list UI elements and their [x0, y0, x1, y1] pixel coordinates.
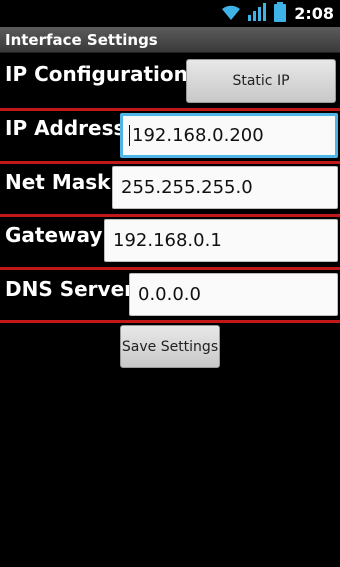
gateway-label: Gateway: [5, 223, 111, 247]
divider [0, 320, 340, 323]
ip-address-field[interactable]: 192.168.0.200 [120, 113, 338, 158]
battery-icon [274, 1, 287, 26]
divider [0, 214, 340, 217]
divider [0, 161, 340, 164]
status-icons: 2:08 [220, 1, 334, 26]
save-settings-button[interactable]: Save Settings [120, 325, 220, 368]
text-cursor [129, 125, 130, 146]
static-ip-button[interactable]: Static IP [186, 59, 336, 103]
gateway-value: 192.168.0.1 [113, 230, 222, 251]
net-mask-label: Net Mask: [5, 170, 119, 194]
divider [0, 267, 340, 270]
ip-address-label: IP Address: [5, 116, 134, 140]
net-mask-field[interactable]: 255.255.255.0 [112, 166, 338, 209]
dns-server-value: 0.0.0.0 [138, 284, 201, 305]
page-title: Interface Settings [5, 31, 158, 49]
status-bar: 2:08 [0, 0, 340, 27]
net-mask-value: 255.255.255.0 [121, 177, 253, 198]
clock: 2:08 [294, 4, 334, 23]
title-bar: Interface Settings [0, 27, 340, 53]
wifi-icon [220, 3, 242, 25]
divider [0, 108, 340, 111]
ip-address-value: 192.168.0.200 [132, 125, 264, 146]
signal-icon [248, 2, 268, 25]
dns-server-label: DNS Server: [5, 277, 143, 301]
ip-configuration-label: IP Configuration: [5, 62, 196, 86]
gateway-field[interactable]: 192.168.0.1 [104, 219, 338, 262]
dns-server-field[interactable]: 0.0.0.0 [129, 273, 338, 316]
